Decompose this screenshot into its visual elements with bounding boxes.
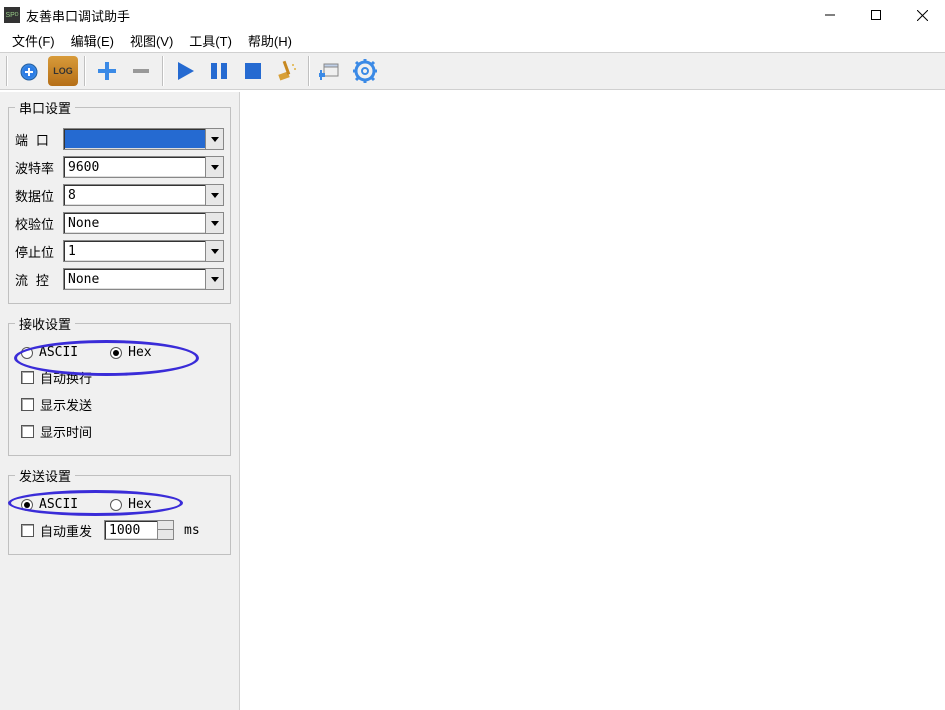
left-panel: 串口设置 端 口 波特率 9600 数据位 8 — [0, 92, 240, 710]
interval-unit: ms — [184, 523, 200, 538]
interval-spinner[interactable]: 1000 — [104, 520, 174, 540]
recv-hex-radio[interactable]: Hex — [110, 345, 151, 360]
baud-value: 9600 — [68, 160, 99, 175]
recv-ascii-label: ASCII — [39, 345, 78, 360]
menu-bar: 文件(F) 编辑(E) 视图(V) 工具(T) 帮助(H) — [0, 30, 945, 52]
chevron-down-icon[interactable] — [205, 185, 223, 205]
wrap-label: 自动换行 — [40, 368, 92, 387]
resend-checkbox[interactable] — [21, 524, 34, 537]
port-combobox[interactable] — [63, 128, 224, 150]
flow-value: None — [68, 272, 99, 287]
chevron-down-icon[interactable] — [205, 157, 223, 177]
flow-combobox[interactable]: None — [63, 268, 224, 290]
showtime-label: 显示时间 — [40, 422, 92, 441]
parity-value: None — [68, 216, 99, 231]
close-button[interactable] — [899, 0, 945, 30]
parity-label: 校验位 — [15, 214, 63, 233]
showsend-label: 显示发送 — [40, 395, 92, 414]
serial-legend: 串口设置 — [15, 98, 75, 117]
radio-icon — [110, 499, 122, 511]
play-button[interactable] — [170, 56, 200, 86]
log-button[interactable]: LOG — [48, 56, 78, 86]
add-button[interactable] — [92, 56, 122, 86]
settings-button[interactable] — [350, 56, 380, 86]
maximize-button[interactable] — [853, 0, 899, 30]
spin-up-icon[interactable] — [157, 521, 173, 530]
port-label: 端 口 — [15, 130, 63, 149]
menu-file[interactable]: 文件(F) — [4, 29, 63, 52]
menu-view[interactable]: 视图(V) — [122, 29, 181, 52]
send-hex-radio[interactable]: Hex — [110, 497, 151, 512]
send-settings-group: 发送设置 ASCII Hex 自动重发 1000 m — [8, 466, 231, 555]
toolbar-separator — [84, 56, 86, 86]
recv-hex-label: Hex — [128, 345, 151, 360]
resend-label: 自动重发 — [40, 521, 92, 540]
stop-button[interactable] — [238, 56, 268, 86]
baud-label: 波特率 — [15, 158, 63, 177]
output-area — [240, 92, 945, 710]
menu-edit[interactable]: 编辑(E) — [63, 29, 122, 52]
receive-settings-group: 接收设置 ASCII Hex 自动换行 显示发送 — [8, 314, 231, 456]
clear-button[interactable] — [272, 56, 302, 86]
chevron-down-icon[interactable] — [205, 213, 223, 233]
toolbar: LOG — [0, 52, 945, 90]
stopbits-combobox[interactable]: 1 — [63, 240, 224, 262]
chevron-down-icon[interactable] — [205, 241, 223, 261]
radio-icon — [21, 499, 33, 511]
chevron-down-icon[interactable] — [205, 269, 223, 289]
app-icon: SPD — [4, 7, 20, 23]
parity-combobox[interactable]: None — [63, 212, 224, 234]
flow-label: 流 控 — [15, 270, 63, 289]
title-bar: SPD 友善串口调试助手 — [0, 0, 945, 30]
showtime-checkbox[interactable] — [21, 425, 34, 438]
databits-value: 8 — [68, 188, 76, 203]
baud-combobox[interactable]: 9600 — [63, 156, 224, 178]
spin-down-icon[interactable] — [157, 530, 173, 539]
send-ascii-label: ASCII — [39, 497, 78, 512]
toolbar-separator — [6, 56, 8, 86]
log-icon-label: LOG — [53, 66, 73, 76]
chevron-down-icon[interactable] — [205, 129, 223, 149]
minimize-button[interactable] — [807, 0, 853, 30]
databits-combobox[interactable]: 8 — [63, 184, 224, 206]
send-hex-label: Hex — [128, 497, 151, 512]
menu-tools[interactable]: 工具(T) — [181, 29, 240, 52]
send-legend: 发送设置 — [15, 466, 75, 485]
window-title: 友善串口调试助手 — [26, 6, 130, 25]
menu-help[interactable]: 帮助(H) — [240, 29, 300, 52]
interval-value: 1000 — [109, 523, 140, 538]
new-window-button[interactable] — [316, 56, 346, 86]
connect-button[interactable] — [14, 56, 44, 86]
serial-settings-group: 串口设置 端 口 波特率 9600 数据位 8 — [8, 98, 231, 304]
remove-button[interactable] — [126, 56, 156, 86]
stopbits-value: 1 — [68, 244, 76, 259]
pause-button[interactable] — [204, 56, 234, 86]
toolbar-separator — [308, 56, 310, 86]
stopbits-label: 停止位 — [15, 242, 63, 261]
send-ascii-radio[interactable]: ASCII — [21, 497, 78, 512]
toolbar-separator — [162, 56, 164, 86]
receive-legend: 接收设置 — [15, 314, 75, 333]
radio-icon — [110, 347, 122, 359]
showsend-checkbox[interactable] — [21, 398, 34, 411]
recv-ascii-radio[interactable]: ASCII — [21, 345, 78, 360]
databits-label: 数据位 — [15, 186, 63, 205]
radio-icon — [21, 347, 33, 359]
wrap-checkbox[interactable] — [21, 371, 34, 384]
